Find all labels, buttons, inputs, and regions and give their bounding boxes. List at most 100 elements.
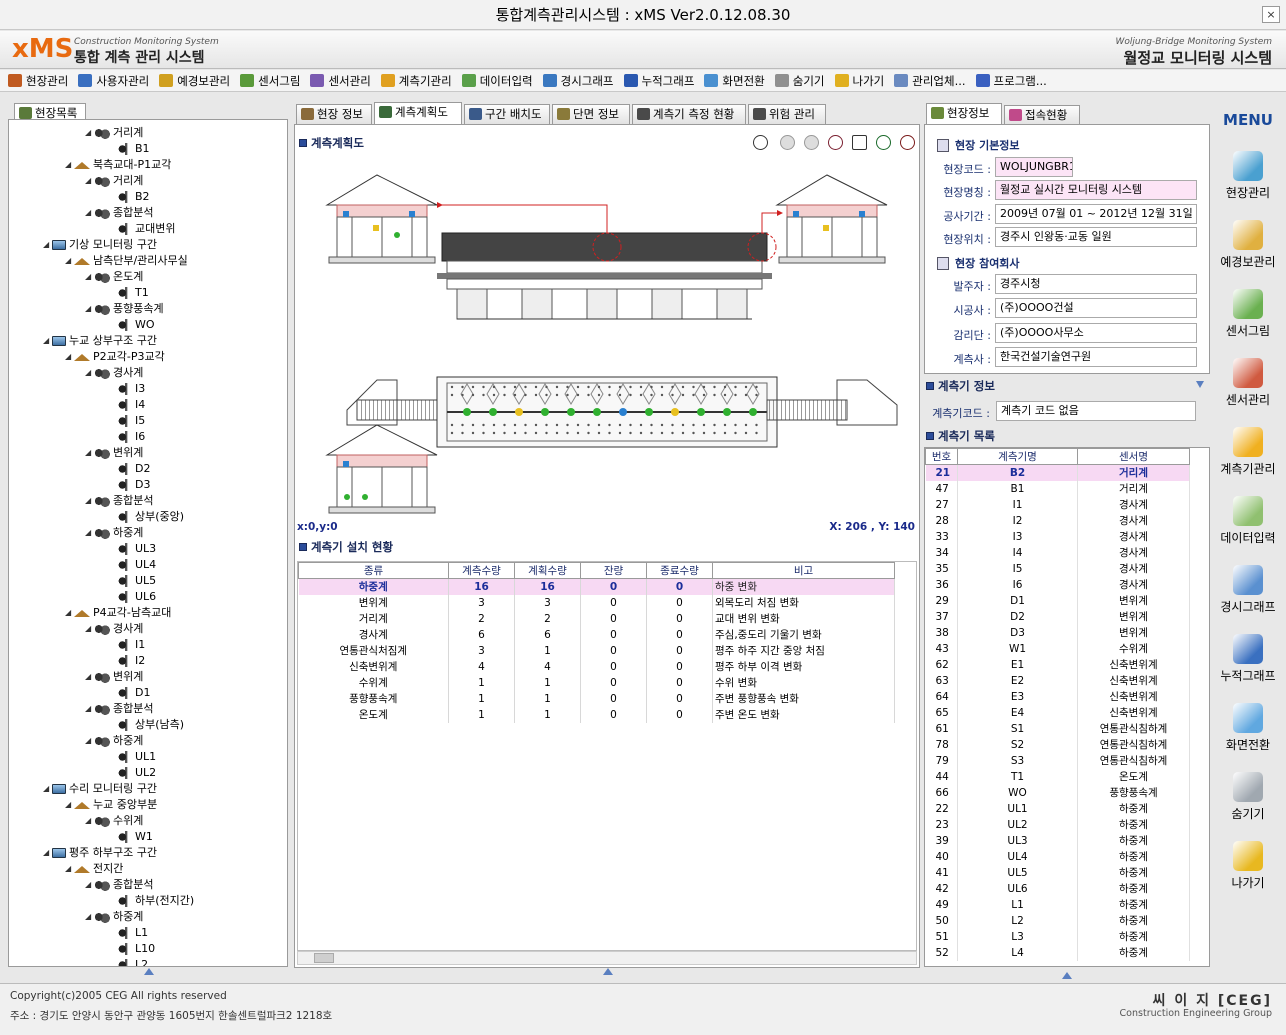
tab-connection[interactable]: 접속현황 [1004,105,1080,125]
center-expand-icon[interactable] [603,968,613,975]
list-item[interactable]: 64 E3 신축변위계 [925,688,1190,705]
tree-node[interactable]: L2 [107,958,148,966]
menu-item-8[interactable]: 누적그래프 [623,73,694,89]
side-menu-item-2[interactable]: 센서그림 [1210,289,1286,339]
install-grid[interactable]: 종류 계측수량 계획수량 잔량 종료수량 비고 하중계 16 16 0 0 하중 변화 변위계 3 3 0 0… [298,562,895,723]
side-menu-item-0[interactable]: 현장관리 [1210,151,1286,201]
tree-toggle-icon[interactable]: ◢ [65,158,72,172]
list-item[interactable]: 34 I4 경사계 [925,544,1190,561]
menu-item-11[interactable]: 나가기 [834,73,884,89]
site-tree[interactable]: ◢ 거리계 B1 ◢ 북측교대-P1교각 ◢ 거리계 B2 ◢ 종합분석 교대변위 ◢ 기상 모니터링 … [8,119,288,967]
menu-item-3[interactable]: 센서그림 [240,73,300,89]
tree-node[interactable]: ◢ 누교 상부구조 구간 [43,334,157,348]
list-item[interactable]: 79 S3 연통관식침하계 [925,752,1190,769]
tree-toggle-icon[interactable]: ◢ [43,846,50,860]
menu-item-6[interactable]: 데이터입력 [461,73,533,89]
list-item[interactable]: 43 W1 수위계 [925,640,1190,657]
tab-0[interactable]: 현장 정보 [296,104,372,124]
menu-item-5[interactable]: 계측기관리 [380,73,452,89]
table-row[interactable]: 풍향풍속계 1 1 0 0 주변 풍향풍속 변화 [298,690,895,707]
measure-company-field[interactable]: 한국건설기술연구원 [995,347,1197,367]
list-item[interactable]: 38 D3 변위계 [925,624,1190,641]
tree-toggle-icon[interactable]: ◢ [85,446,92,460]
tree-toggle-icon[interactable]: ◢ [85,126,92,140]
tree-node[interactable]: I5 [107,414,145,428]
table-row[interactable]: 하중계 16 16 0 0 하중 변화 [298,578,895,595]
table-row[interactable]: 수위계 1 1 0 0 수위 변화 [298,674,895,691]
tree-toggle-icon[interactable]: ◢ [43,334,50,348]
list-item[interactable]: 42 UL6 하중계 [925,880,1190,897]
tree-node[interactable]: ◢ 종합분석 [85,494,153,508]
sensor-marker[interactable] [671,408,679,416]
list-item[interactable]: 40 UL4 하중계 [925,848,1190,865]
tree-node[interactable]: ◢ 거리계 [85,126,143,140]
side-menu-item-6[interactable]: 경시그래프 [1210,565,1286,615]
grid-header[interactable]: 잔량 [580,562,647,579]
tree-node[interactable]: B2 [107,190,150,204]
plan-drawing[interactable] [297,155,917,525]
table-row[interactable]: 신축변위계 4 4 0 0 평주 하부 이격 변화 [298,658,895,675]
tree-node[interactable]: ◢ 수위계 [85,814,143,828]
list-item[interactable]: 36 I6 경사계 [925,576,1190,593]
horizontal-scrollbar[interactable] [297,951,917,965]
tree-node[interactable]: D3 [107,478,150,492]
grid-header[interactable]: 비고 [712,562,895,579]
tree-toggle-icon[interactable]: ◢ [85,702,92,716]
tree-node[interactable]: ◢ 종합분석 [85,206,153,220]
tree-node[interactable]: L1 [107,926,148,940]
list-item[interactable]: 61 S1 연통관식침하계 [925,720,1190,737]
list-item[interactable]: 66 WO 풍향풍속계 [925,784,1190,801]
tree-toggle-icon[interactable]: ◢ [85,302,92,316]
list-header[interactable]: 계측기명 [957,448,1078,465]
sensor-marker[interactable] [749,408,757,416]
tree-node[interactable]: B1 [107,142,150,156]
instrument-list[interactable]: 번호 계측기명 센서명 21 B2 거리계 47 B1 거리계 27 I1 경사계 28 I2 경사계 33… [925,448,1190,961]
tree-node[interactable]: ◢ 경사계 [85,366,143,380]
side-menu-item-8[interactable]: 화면전환 [1210,703,1286,753]
list-item[interactable]: 39 UL3 하중계 [925,832,1190,849]
site-code-field[interactable]: WOLJUNGBR1 [995,157,1073,177]
list-item[interactable]: 51 L3 하중계 [925,928,1190,945]
tree-toggle-icon[interactable]: ◢ [85,526,92,540]
tree-node[interactable]: ◢ 풍향풍속계 [85,302,164,316]
tree-node[interactable]: 교대변위 [107,222,175,236]
tree-toggle-icon[interactable]: ◢ [85,270,92,284]
tree-toggle-icon[interactable]: ◢ [65,350,72,364]
list-item[interactable]: 49 L1 하중계 [925,896,1190,913]
tree-node[interactable]: I1 [107,638,145,652]
grid-header[interactable]: 종류 [298,562,449,579]
tree-node[interactable]: L10 [107,942,155,956]
grid-header[interactable]: 계측수량 [448,562,515,579]
tree-toggle-icon[interactable]: ◢ [85,734,92,748]
tree-node[interactable]: ◢ 수리 모니터링 구간 [43,782,157,796]
tree-node[interactable]: UL4 [107,558,156,572]
zoom-in-icon[interactable] [876,135,891,150]
tree-node[interactable]: ◢ 평주 하부구조 구간 [43,846,157,860]
tree-node[interactable]: ◢ 하중계 [85,526,143,540]
list-item[interactable]: 50 L2 하중계 [925,912,1190,929]
menu-item-13[interactable]: 프로그램... [975,73,1047,89]
tree-node[interactable]: D2 [107,462,150,476]
tree-node[interactable]: I2 [107,654,145,668]
tree-node[interactable]: ◢ 남측단부/관리사무실 [65,254,188,268]
tree-node[interactable]: 하부(전지간) [107,894,194,908]
menu-item-10[interactable]: 숨기기 [774,73,825,89]
list-item[interactable]: 52 L4 하중계 [925,944,1190,961]
list-item[interactable]: 63 E2 신축변위계 [925,672,1190,689]
sensor-marker[interactable] [541,408,549,416]
side-menu-item-5[interactable]: 데이터입력 [1210,496,1286,546]
list-item[interactable]: 29 D1 변위계 [925,592,1190,609]
sensor-marker[interactable] [515,408,523,416]
list-expand-icon[interactable] [1062,972,1072,979]
list-item[interactable]: 37 D2 변위계 [925,608,1190,625]
table-row[interactable]: 온도계 1 1 0 0 주변 온도 변화 [298,706,895,723]
menu-item-0[interactable]: 현장관리 [8,73,68,89]
list-item[interactable]: 78 S2 연통관식침하계 [925,736,1190,753]
side-menu-item-3[interactable]: 센서관리 [1210,358,1286,408]
tree-node[interactable]: I4 [107,398,145,412]
tree-node[interactable]: ◢ 변위계 [85,670,143,684]
tree-toggle-icon[interactable]: ◢ [85,670,92,684]
list-item[interactable]: 44 T1 온도계 [925,768,1190,785]
tree-node[interactable]: 상부(중앙) [107,510,184,524]
tree-node[interactable]: ◢ 전지간 [65,862,123,876]
